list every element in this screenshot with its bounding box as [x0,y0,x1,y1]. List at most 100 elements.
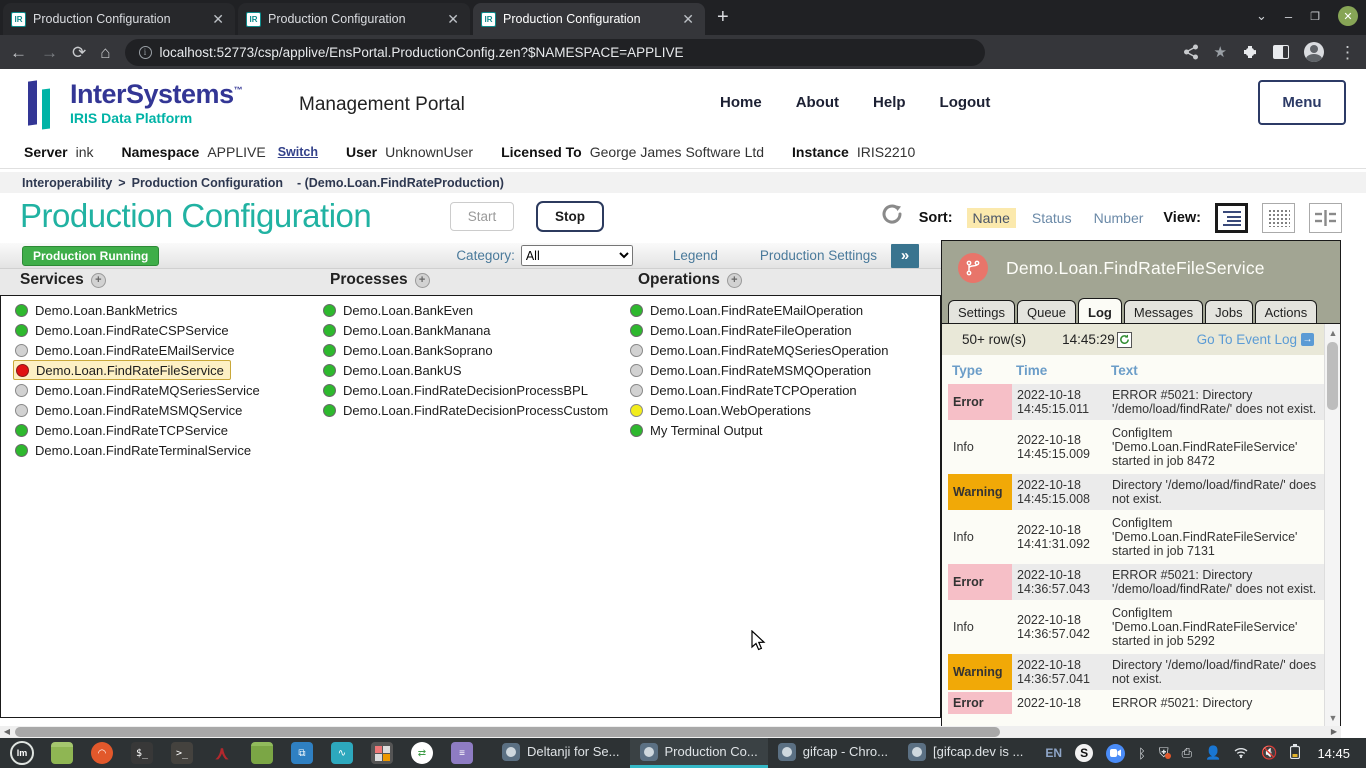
refresh-spinner-icon[interactable] [879,201,905,227]
new-tab-button[interactable]: + [705,6,741,35]
tab-close-icon[interactable]: ✕ [209,11,227,28]
breadcrumb-interoperability[interactable]: Interoperability [22,176,112,190]
config-item[interactable]: Demo.Loan.BankMetrics [13,300,318,320]
config-item[interactable]: Demo.Loan.FindRateMQSeriesService [13,380,318,400]
notes-app-icon[interactable]: ≡ [451,742,473,764]
log-vertical-scrollbar[interactable]: ▲ ▼ [1324,324,1340,727]
browser-tab[interactable]: IRProduction Configuration✕ [3,3,235,35]
terminal-icon[interactable]: $_ [131,742,153,764]
waveform-app-icon[interactable]: ∿ [331,742,353,764]
scroll-left-icon[interactable]: ◀ [0,726,14,738]
bookmark-star-icon[interactable]: ★ [1214,45,1227,60]
reload-icon[interactable]: ⟳ [72,44,86,61]
browser-menu-icon[interactable]: ⋮ [1339,44,1356,61]
config-item[interactable]: Demo.Loan.FindRateEMailOperation [628,300,933,320]
config-item[interactable]: Demo.Loan.FindRateTerminalService [13,440,318,460]
legend-link[interactable]: Legend [673,248,718,263]
sort-by-name[interactable]: Name [967,208,1016,228]
forward-icon[interactable]: → [41,44,58,61]
tab-close-icon[interactable]: ✕ [444,11,462,28]
config-item[interactable]: Demo.Loan.FindRateDecisionProcessBPL [321,380,626,400]
add-process-button[interactable]: + [415,273,430,288]
config-item[interactable]: Demo.Loan.FindRateTCPService [13,420,318,440]
red-app-icon[interactable]: ⋏ [211,742,233,764]
tab-jobs[interactable]: Jobs [1205,300,1252,323]
url-bar[interactable]: i localhost:52773/csp/applive/EnsPortal.… [125,39,985,66]
volume-muted-icon[interactable]: 🔇 [1261,745,1277,761]
maximize-icon[interactable]: ❐ [1310,10,1320,23]
add-operation-button[interactable]: + [727,273,742,288]
expand-panel-button[interactable]: » [891,244,919,268]
config-item[interactable]: Demo.Loan.FindRateCSPService [13,320,318,340]
log-col-text[interactable]: Text [1107,357,1324,382]
view-split-button[interactable] [1309,203,1342,233]
config-item[interactable]: Demo.Loan.BankSoprano [321,340,626,360]
production-settings-link[interactable]: Production Settings [760,248,877,263]
vscode-icon[interactable]: ⧉ [291,742,313,764]
config-item[interactable]: Demo.Loan.BankUS [321,360,626,380]
namespace-switch-link[interactable]: Switch [278,145,318,159]
config-item[interactable]: Demo.Loan.FindRateFileService [13,360,231,380]
skype-tray-icon[interactable]: S [1075,744,1093,762]
taskbar-window-button[interactable]: Deltanji for Se... [492,738,630,768]
mint-menu-icon[interactable]: lm [10,741,34,765]
extensions-icon[interactable] [1242,44,1258,60]
scroll-up-icon[interactable]: ▲ [1325,326,1340,340]
browser-tab[interactable]: IRProduction Configuration✕ [473,3,705,35]
tab-settings[interactable]: Settings [948,300,1015,323]
start-button[interactable]: Start [450,202,514,231]
config-item[interactable]: Demo.Loan.BankManana [321,320,626,340]
config-item[interactable]: Demo.Loan.FindRateDecisionProcessCustom [321,400,626,420]
back-icon[interactable]: ← [10,44,27,61]
stop-button[interactable]: Stop [536,201,604,232]
config-item[interactable]: Demo.Loan.BankEven [321,300,626,320]
sort-by-number[interactable]: Number [1088,208,1150,228]
browser-tab[interactable]: IRProduction Configuration✕ [238,3,470,35]
folder-icon[interactable] [251,742,273,764]
log-refresh-icon[interactable] [1117,332,1132,348]
tab-messages[interactable]: Messages [1124,300,1203,323]
scroll-down-icon[interactable]: ▼ [1325,711,1340,725]
portal-nav-help[interactable]: Help [873,94,906,111]
view-list-button[interactable] [1215,203,1248,233]
home-icon[interactable]: ⌂ [100,44,110,61]
log-col-time[interactable]: Time [1012,357,1107,382]
config-item[interactable]: Demo.Loan.WebOperations [628,400,933,420]
zoom-tray-icon[interactable] [1106,744,1125,763]
profile-avatar[interactable] [1304,42,1324,62]
menu-button[interactable]: Menu [1258,80,1346,125]
scrollbar-thumb[interactable] [1327,342,1338,410]
category-select[interactable]: All [521,245,633,266]
h-scrollbar-thumb[interactable] [15,727,1000,737]
config-item[interactable]: My Terminal Output [628,420,933,440]
bluetooth-icon[interactable]: ᛒ [1138,746,1146,761]
scroll-right-icon[interactable]: ▶ [1327,726,1341,738]
tab-close-icon[interactable]: ✕ [679,11,697,28]
config-item[interactable]: Demo.Loan.FindRateMQSeriesOperation [628,340,933,360]
tab-queue[interactable]: Queue [1017,300,1076,323]
view-grid-button[interactable] [1262,203,1295,233]
taskbar-window-button[interactable]: [gifcap.dev is ... [898,738,1033,768]
portal-nav-home[interactable]: Home [720,94,762,111]
config-item[interactable]: Demo.Loan.FindRateMSMQService [13,400,318,420]
calculator-icon[interactable] [371,742,393,764]
terminal-icon-2[interactable]: >_ [171,742,193,764]
go-to-event-log-link[interactable]: Go To Event Log → [1197,332,1314,347]
firefox-orange-icon[interactable]: ◠ [91,742,113,764]
close-window-icon[interactable]: ✕ [1338,6,1358,26]
tab-log[interactable]: Log [1078,298,1122,323]
side-panel-icon[interactable] [1273,45,1289,59]
share-icon[interactable] [1183,44,1199,60]
tab-search-chevron-icon[interactable]: ⌄ [1256,8,1267,24]
language-indicator[interactable]: EN [1045,746,1062,760]
shield-icon[interactable]: ⛨ [1159,745,1169,761]
battery-icon[interactable] [1290,744,1300,762]
sync-app-icon[interactable]: ⇄ [411,742,433,764]
config-item[interactable]: Demo.Loan.FindRateEMailService [13,340,318,360]
wifi-icon[interactable] [1234,746,1248,761]
config-item[interactable]: Demo.Loan.FindRateTCPOperation [628,380,933,400]
printer-icon[interactable]: ⎙ [1182,745,1192,761]
add-service-button[interactable]: + [91,273,106,288]
log-col-type[interactable]: Type [948,357,1012,382]
portal-nav-about[interactable]: About [796,94,839,111]
